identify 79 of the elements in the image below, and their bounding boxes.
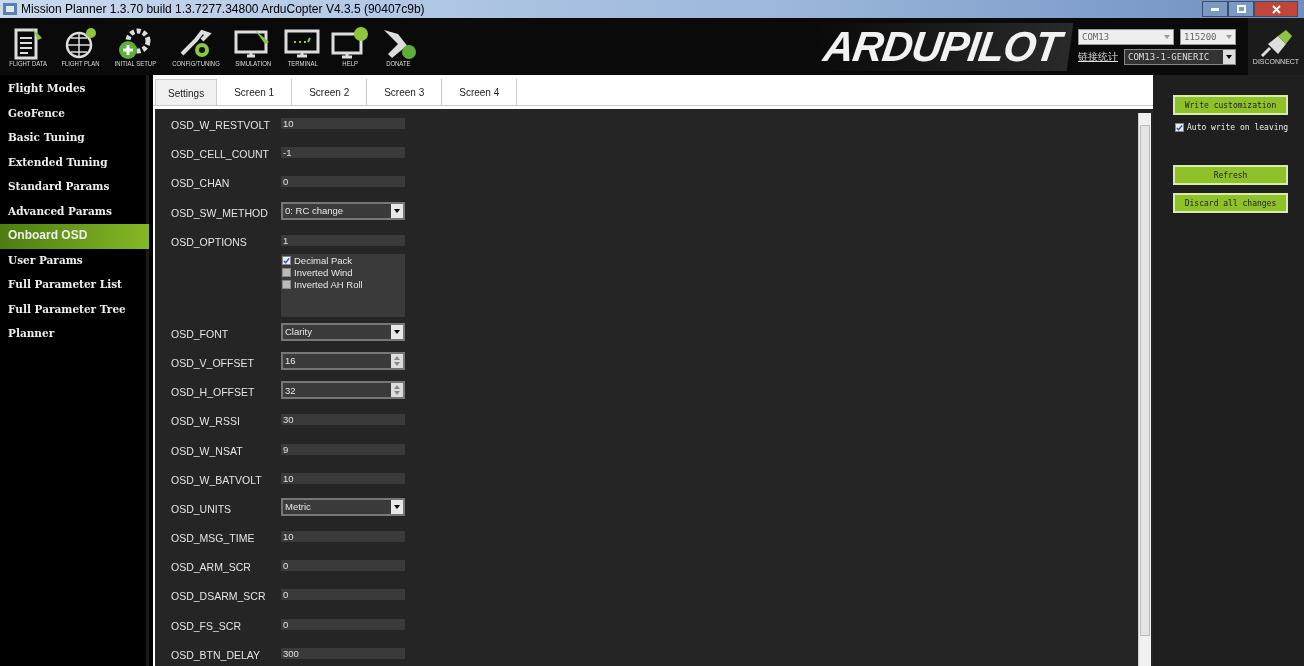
checkbox-label: Auto write on leaving [1187,123,1289,132]
caret-icon [1226,34,1232,39]
close-icon [1271,4,1281,14]
param-label: OSD_ARM_SCR [171,560,252,576]
sidebar-item[interactable]: Flight Modes [0,77,146,102]
sidebar-item[interactable]: GeoFence [0,101,146,126]
checkbox[interactable] [1175,123,1184,132]
param-label: OSD_DSARM_SCR [171,589,267,605]
param-label: OSD_W_NSAT [171,443,244,459]
param-label: OSD_BTN_DELAY [171,647,262,663]
stats-link[interactable]: 链接统计 [1078,49,1118,64]
sidebar-item[interactable]: Full Parameter List [0,273,146,298]
sidebar-item[interactable]: Onboard OSD [0,224,149,249]
link-dropdown[interactable]: COM13-1-GENERIC [1124,48,1236,65]
param-field[interactable]: 1 [281,234,405,246]
sidebar-item[interactable]: Planner [0,322,146,347]
minimize-icon [1211,7,1219,11]
param-label: OSD_FONT [171,326,230,342]
param-label: OSD_OPTIONS [171,234,248,250]
checkbox[interactable] [282,280,291,290]
param-field[interactable]: 300 [281,647,405,659]
sidebar-item[interactable]: Standard Params [0,175,146,200]
param-label: OSD_H_OFFSET [171,385,256,401]
param-dropdown[interactable]: Clarity [281,322,405,341]
sidebar-item[interactable]: Basic Tuning [0,126,146,151]
spin-arrows-icon [394,355,400,366]
option-label: Decimal Pack [294,255,353,267]
caret-icon [394,208,400,213]
param-dropdown[interactable]: 0: RC change [281,201,405,220]
write-button[interactable]: Write customization [1173,95,1288,115]
param-label: OSD_UNITS [171,501,233,517]
checkbox[interactable] [282,256,291,266]
port-dropdown[interactable]: COM13 [1078,28,1174,45]
app-icon [3,3,17,15]
param-field[interactable]: 0 [281,618,405,630]
param-spinner[interactable]: 32 [281,381,405,400]
caret-icon [394,504,400,509]
param-label: OSD_W_BATVOLT [171,472,263,488]
param-field[interactable]: 0 [281,560,405,572]
option-label: Inverted AH Roll [294,279,363,291]
plug-icon [1258,28,1294,58]
param-label: OSD_SW_METHOD [171,205,269,221]
sidebar-item[interactable]: User Params [0,248,146,273]
refresh-button[interactable]: Refresh [1173,165,1288,185]
baud-dropdown[interactable]: 115200 [1180,28,1236,45]
caret-icon [394,329,400,334]
param-field[interactable]: -1 [281,147,405,159]
param-field[interactable]: 9 [281,443,405,455]
minimize-button[interactable] [1202,1,1228,17]
window-title: Mission Planner 1.3.70 build 1.3.7277.34800 ArduCopter V4.3.5 (90407c9b) [21,2,425,16]
param-field[interactable]: 10 [281,531,405,543]
param-field[interactable]: 10 [281,472,405,484]
param-label: OSD_CELL_COUNT [171,147,271,163]
close-button[interactable] [1254,1,1298,17]
param-field[interactable]: 30 [281,414,405,426]
caret-icon [1164,34,1170,39]
spin-arrows-icon [394,385,400,396]
option-label: Inverted Wind [294,267,353,279]
sidebar-item[interactable]: Extended Tuning [0,150,146,175]
param-label: OSD_V_OFFSET [171,355,255,371]
maximize-button[interactable] [1228,1,1254,17]
maximize-icon [1236,5,1246,13]
param-label: OSD_CHAN [171,176,231,192]
checkbox[interactable] [282,268,291,278]
param-dropdown[interactable]: Metric [281,497,405,516]
param-label: OSD_FS_SCR [171,618,243,634]
sidebar-item[interactable]: Full Parameter Tree [0,297,146,322]
param-label: OSD_W_RSSI [171,414,241,430]
param-label: OSD_W_RESTVOLT [171,118,271,133]
param-field[interactable]: 10 [281,118,405,129]
param-field[interactable]: 0 [281,176,405,188]
param-label: OSD_MSG_TIME [171,531,256,547]
scrollbar[interactable] [1138,113,1151,666]
param-field[interactable]: 0 [281,589,405,601]
tab[interactable]: Settings [155,79,218,105]
sidebar-item[interactable]: Advanced Params [0,199,146,224]
caret-icon [1226,54,1232,59]
discard-button[interactable]: Discard all changes [1173,193,1288,213]
param-spinner[interactable]: 16 [281,351,405,370]
